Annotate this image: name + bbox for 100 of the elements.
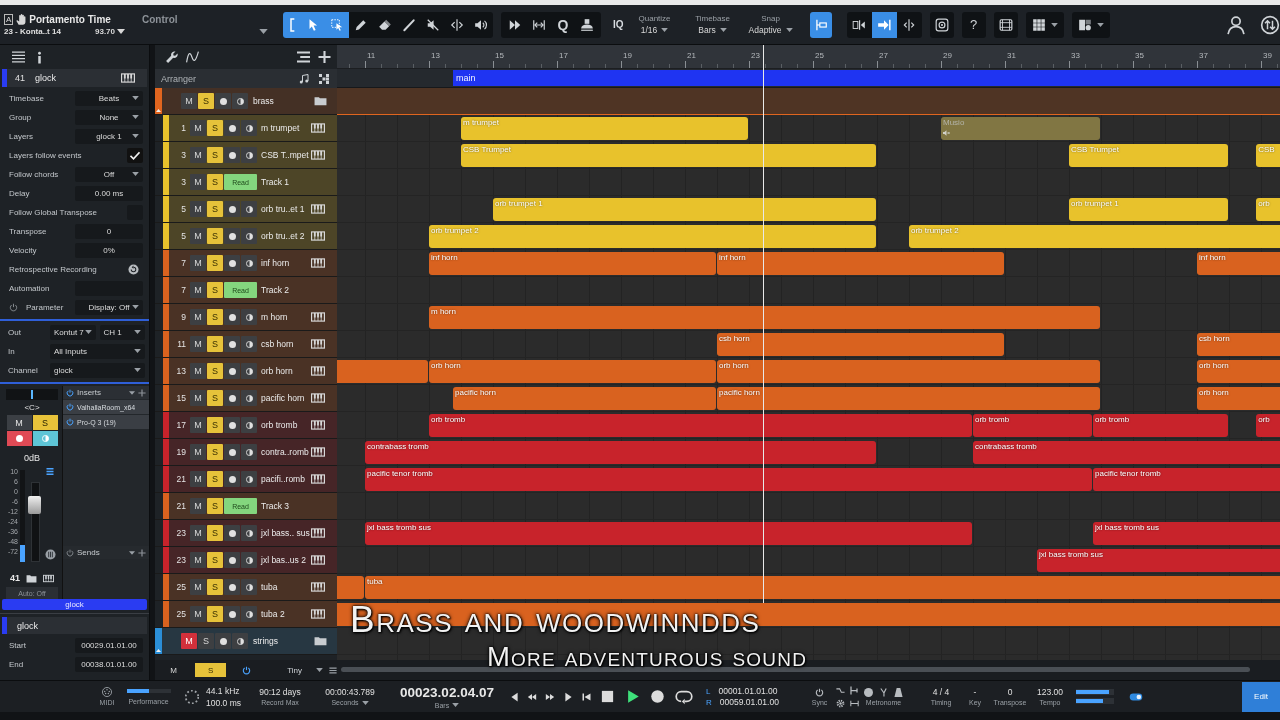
power-icon[interactable] (9, 303, 18, 312)
sends-header[interactable]: Sends (63, 546, 149, 559)
folder-track-header[interactable]: M S brass (162, 88, 337, 114)
mute-button[interactable]: M (190, 174, 206, 190)
record-arm-button[interactable] (224, 147, 240, 163)
monitor-button[interactable] (32, 431, 58, 446)
value-dropdown[interactable]: 93.70 (95, 26, 126, 36)
event-clip[interactable]: contrabass tromb (365, 441, 876, 464)
monitor-button[interactable] (241, 228, 257, 244)
dropdown[interactable]: All Inputs (50, 344, 145, 359)
pan-slider[interactable] (6, 389, 58, 400)
record-arm-button[interactable] (224, 525, 240, 541)
track-header[interactable]: 15 M S pacific horn (169, 385, 337, 411)
solo-button[interactable]: S (198, 633, 214, 649)
caret-icon[interactable] (129, 550, 135, 555)
folder-icon[interactable] (26, 573, 37, 583)
event-clip[interactable]: pacific tenor tromb (1093, 468, 1280, 491)
wrench-icon[interactable] (165, 51, 178, 63)
view-button[interactable]: ? (961, 11, 986, 38)
triangle-icon[interactable] (156, 109, 161, 112)
solo-button[interactable]: S (207, 255, 223, 271)
mute-button[interactable]: M (190, 606, 206, 622)
track-header[interactable]: 23 M S jxl bas..us 2 (169, 547, 337, 573)
fork-icon[interactable] (879, 687, 888, 697)
dropdown[interactable]: CH 1 (99, 325, 145, 340)
track-header[interactable]: 41 glock (2, 69, 147, 87)
event-clip[interactable]: orb (1256, 414, 1280, 437)
gear-icon[interactable] (836, 698, 845, 708)
info-icon[interactable] (37, 50, 42, 64)
track-header[interactable]: 11 M S csb horn (169, 331, 337, 357)
edit-button[interactable]: Edit (1242, 681, 1280, 712)
view-button[interactable] (1071, 11, 1110, 38)
checkbox[interactable] (127, 148, 143, 163)
event-clip[interactable]: pacific horn (453, 387, 716, 410)
monitor-button[interactable] (241, 444, 257, 460)
tool-button[interactable] (283, 11, 301, 38)
monitor-button[interactable] (241, 390, 257, 406)
solo-button[interactable]: S (207, 174, 223, 190)
keyboard-icon[interactable] (311, 366, 325, 376)
mute-button[interactable]: M (181, 633, 197, 649)
mute-button[interactable]: M (190, 444, 206, 460)
event-clip[interactable]: inf horn (1197, 252, 1280, 275)
mute-button[interactable]: M (190, 498, 206, 514)
input-field[interactable]: 00038.01.01.00 (75, 657, 143, 672)
event-clip[interactable] (337, 360, 428, 383)
monitor-button[interactable] (241, 417, 257, 433)
solo-all-button[interactable]: S (195, 663, 227, 677)
toggle-icon[interactable] (1129, 692, 1143, 701)
keyboard-icon[interactable] (311, 393, 325, 403)
mute-button[interactable]: M (181, 93, 197, 109)
keyboard-icon[interactable] (311, 555, 325, 565)
record-arm-button[interactable] (6, 431, 32, 446)
monitor-button[interactable] (241, 309, 257, 325)
track-header[interactable]: 5 M S orb tru..et 1 (169, 196, 337, 222)
dropdown[interactable]: Adaptive (748, 25, 793, 35)
track-header[interactable]: 3 M S CSB T..mpet (169, 142, 337, 168)
keyboard-icon[interactable] (311, 312, 325, 322)
record-arm-button[interactable] (215, 93, 231, 109)
monitor-button[interactable] (241, 363, 257, 379)
event-clip[interactable]: inf horn (429, 252, 716, 275)
event-clip[interactable]: jxl bass tromb sus (1037, 549, 1280, 572)
transport-field-value[interactable]: - (973, 687, 977, 697)
bracket-line-icon[interactable] (850, 685, 859, 695)
list-icon[interactable] (297, 51, 310, 63)
music-note-icon[interactable] (299, 73, 309, 84)
keyboard-icon[interactable] (311, 609, 325, 619)
event-clip[interactable]: csb horn (1197, 333, 1280, 356)
mute-button[interactable]: M (190, 147, 206, 163)
event-clip[interactable]: jxl bass tromb sus (1093, 522, 1280, 545)
caret-icon[interactable] (259, 28, 268, 34)
loop-position[interactable]: 00001.01.01.00 (718, 686, 778, 696)
mute-all-button[interactable]: M (168, 663, 179, 677)
record-arm-button[interactable] (224, 444, 240, 460)
transport-field-value[interactable]: 0 (1007, 687, 1013, 697)
grid-icon[interactable] (319, 73, 329, 84)
solo-button[interactable]: S (207, 363, 223, 379)
track-header[interactable]: 9 M S m horn (169, 304, 337, 330)
fader-handle[interactable] (28, 495, 41, 514)
folder-icon[interactable] (314, 96, 327, 106)
iq-button[interactable]: IQ (613, 19, 624, 30)
input-field[interactable]: 0.00 ms (75, 186, 143, 201)
hand-icon[interactable] (16, 13, 27, 25)
event-clip[interactable]: orb tromb (973, 414, 1092, 437)
event-clip[interactable]: orb horn (1197, 387, 1280, 410)
event-clip[interactable]: m horn (429, 306, 1100, 329)
mode-badge[interactable]: A (4, 13, 14, 25)
dropdown[interactable]: None (75, 110, 143, 125)
mute-button[interactable]: M (190, 579, 206, 595)
solo-button[interactable]: S (207, 147, 223, 163)
keyboard-icon[interactable] (311, 150, 325, 160)
caret-icon[interactable] (129, 390, 135, 395)
dropdown[interactable]: glock 1 (75, 129, 143, 144)
track-header[interactable]: 13 M S orb horn (169, 358, 337, 384)
mute-button[interactable]: M (190, 309, 206, 325)
event-clip[interactable]: tuba (365, 576, 1280, 599)
keyboard-icon[interactable] (311, 420, 325, 430)
keyboard-icon[interactable] (43, 573, 54, 583)
event-clip[interactable]: orb horn (429, 360, 716, 383)
event-clip[interactable]: jxl bass tromb sus (365, 522, 972, 545)
record-arm-button[interactable] (224, 255, 240, 271)
